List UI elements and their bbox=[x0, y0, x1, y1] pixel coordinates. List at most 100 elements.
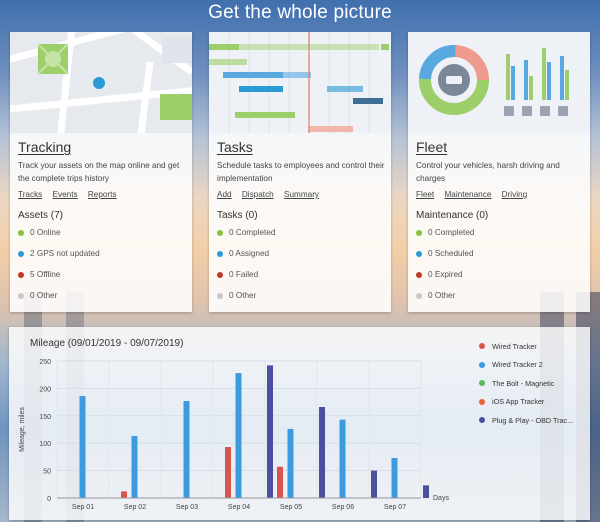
bar-wired-tracker-2 bbox=[183, 401, 190, 498]
stat-scheduled[interactable]: 0 Scheduled bbox=[416, 249, 474, 258]
stat-label: 2 GPS not updated bbox=[30, 249, 100, 258]
section-heading: Tasks (0) bbox=[217, 210, 258, 221]
stat-other[interactable]: 0 Other bbox=[416, 291, 455, 300]
tracks-link[interactable]: Tracks bbox=[18, 190, 42, 199]
events-link[interactable]: Events bbox=[53, 190, 78, 199]
status-dot-icon bbox=[18, 292, 24, 299]
card-links: Fleet Maintenance Driving bbox=[416, 190, 535, 199]
card-links: Add Dispatch Summary bbox=[217, 190, 327, 199]
driving-link[interactable]: Driving bbox=[502, 190, 527, 199]
stat-label: 0 Failed bbox=[229, 270, 259, 279]
stat-gps-not-updated[interactable]: 2 GPS not updated bbox=[18, 249, 100, 258]
chart-bars bbox=[79, 365, 429, 498]
add-link[interactable]: Add bbox=[217, 190, 232, 199]
stat-label: 0 Completed bbox=[229, 228, 276, 237]
maintenance-link[interactable]: Maintenance bbox=[444, 190, 491, 199]
chart-legend: Wired Tracker Wired Tracker 2 The Bolt - M… bbox=[479, 337, 573, 430]
card-title[interactable]: Tasks bbox=[217, 139, 253, 155]
status-dot-icon bbox=[416, 271, 422, 278]
y-tick-label: 200 bbox=[39, 386, 51, 393]
card-description: Control your vehicles, harsh driving and… bbox=[416, 161, 560, 183]
stat-other[interactable]: 0 Other bbox=[217, 291, 256, 300]
fleet-card: Fleet Control your vehicles, harsh drivi… bbox=[408, 32, 590, 312]
y-tick-label: 100 bbox=[39, 441, 51, 448]
stat-assigned[interactable]: 0 Assigned bbox=[217, 249, 269, 258]
stat-online[interactable]: 0 Online bbox=[18, 228, 61, 237]
stat-label: 0 Other bbox=[30, 291, 58, 300]
fleet-illustration bbox=[408, 32, 590, 133]
bar-wired-tracker bbox=[225, 447, 231, 498]
x-tick-label: Sep 06 bbox=[332, 504, 354, 511]
stat-completed[interactable]: 0 Completed bbox=[416, 228, 474, 237]
gantt-illustration bbox=[209, 32, 391, 133]
x-tick-label: Sep 02 bbox=[124, 504, 146, 511]
reports-link[interactable]: Reports bbox=[88, 190, 117, 199]
legend-swatch-icon bbox=[479, 361, 485, 368]
y-tick-label: 0 bbox=[47, 496, 51, 503]
map-illustration bbox=[10, 32, 192, 133]
stat-failed[interactable]: 0 Failed bbox=[217, 270, 258, 279]
legend-label: iOS App Tracker bbox=[492, 397, 545, 407]
card-title[interactable]: Tracking bbox=[18, 139, 71, 155]
dispatch-link[interactable]: Dispatch bbox=[242, 190, 274, 199]
y-tick-label: 250 bbox=[39, 359, 51, 366]
x-tick-label: Sep 01 bbox=[72, 504, 94, 511]
status-dot-icon bbox=[18, 271, 24, 278]
status-dot-icon bbox=[217, 271, 223, 278]
y-tick-label: 150 bbox=[39, 414, 51, 421]
legend-item[interactable]: Wired Tracker 2 bbox=[479, 356, 573, 375]
status-dot-icon bbox=[217, 229, 223, 236]
legend-item[interactable]: Plug & Play - OBD Trac... bbox=[479, 411, 573, 430]
status-dot-icon bbox=[18, 250, 24, 257]
legend-swatch-icon bbox=[479, 380, 485, 387]
stat-label: 5 Offline bbox=[30, 270, 61, 279]
bar-plug-play-obd-trac bbox=[319, 407, 325, 498]
stat-other[interactable]: 0 Other bbox=[18, 291, 57, 300]
bar-plug-play-obd-trac bbox=[371, 470, 377, 498]
bar-plug-play-obd-trac bbox=[423, 485, 429, 498]
status-dot-icon bbox=[217, 292, 223, 299]
legend-item[interactable]: The Bolt - Magnetic bbox=[479, 374, 573, 393]
stat-offline[interactable]: 5 Offline bbox=[18, 270, 60, 279]
legend-swatch-icon bbox=[479, 417, 485, 424]
status-dot-icon bbox=[416, 250, 422, 257]
x-tick-label: Sep 03 bbox=[176, 504, 198, 511]
mileage-chart-card: Mileage (09/01/2019 - 09/07/2019) 0 50 100… bbox=[9, 327, 590, 520]
stat-label: 0 Expired bbox=[428, 270, 463, 279]
card-description: Track your assets on the map online and … bbox=[18, 161, 180, 183]
bar-wired-tracker-2 bbox=[235, 373, 242, 498]
legend-label: The Bolt - Magnetic bbox=[492, 378, 555, 388]
status-dot-icon bbox=[217, 250, 223, 257]
stat-label: 0 Scheduled bbox=[428, 249, 474, 258]
status-dot-icon bbox=[416, 292, 422, 299]
y-tick-label: 50 bbox=[43, 469, 51, 476]
bar-wired-tracker-2 bbox=[391, 457, 398, 498]
status-dot-icon bbox=[416, 229, 422, 236]
x-tick-label: Sep 05 bbox=[280, 504, 302, 511]
stat-label: 0 Assigned bbox=[229, 249, 270, 258]
legend-item[interactable]: iOS App Tracker bbox=[479, 393, 573, 412]
stat-expired[interactable]: 0 Expired bbox=[416, 270, 463, 279]
stat-label: 0 Online bbox=[30, 228, 61, 237]
bar-wired-tracker-2 bbox=[339, 419, 346, 498]
bar-wired-tracker bbox=[277, 466, 283, 498]
section-heading: Maintenance (0) bbox=[416, 210, 489, 221]
stat-label: 0 Other bbox=[229, 291, 257, 300]
tracking-card: Tracking Track your assets on the map on… bbox=[10, 32, 192, 312]
legend-item[interactable]: Wired Tracker bbox=[479, 337, 573, 356]
status-dot-icon bbox=[18, 229, 24, 236]
legend-swatch-icon bbox=[479, 398, 485, 405]
x-axis-label: Days bbox=[433, 495, 449, 502]
summary-link[interactable]: Summary bbox=[284, 190, 319, 199]
card-description: Schedule tasks to employees and control … bbox=[217, 161, 385, 183]
tasks-card: Tasks Schedule tasks to employees and co… bbox=[209, 32, 391, 312]
bar-wired-tracker-2 bbox=[79, 396, 86, 498]
bar-wired-tracker bbox=[121, 491, 127, 498]
stat-completed[interactable]: 0 Completed bbox=[217, 228, 275, 237]
legend-swatch-icon bbox=[479, 343, 485, 350]
card-title[interactable]: Fleet bbox=[416, 139, 447, 155]
fleet-link[interactable]: Fleet bbox=[416, 190, 434, 199]
card-links: Tracks Events Reports bbox=[18, 190, 125, 199]
bar-wired-tracker-2 bbox=[131, 436, 138, 498]
legend-label: Wired Tracker bbox=[492, 341, 537, 351]
